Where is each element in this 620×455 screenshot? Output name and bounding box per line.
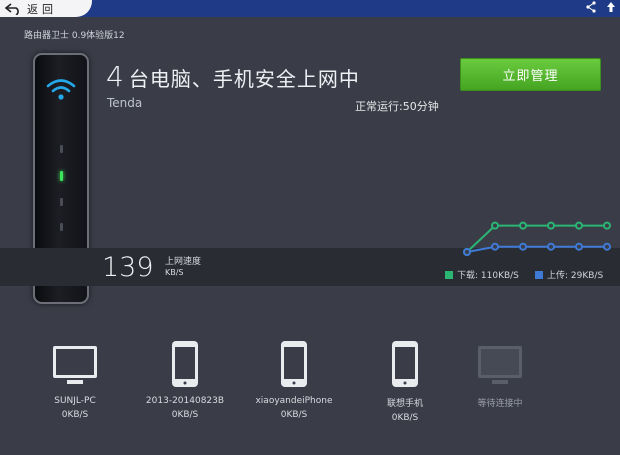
phone-icon [392,341,418,387]
manage-now-button[interactable]: 立即管理 [460,58,601,91]
device-item[interactable]: 联想手机 0KB/S [355,338,455,423]
series-point-1-1 [491,242,499,251]
headline-text: 台电脑、手机安全上网中 [128,67,360,91]
back-label: 返回 [27,2,57,16]
legend-upload-swatch [535,270,543,279]
series-point-0-1 [491,221,499,230]
upload-arrow-icon[interactable] [606,1,616,13]
uptime-label: 正常运行:50分钟 [355,100,439,113]
device-speed: 0KB/S [391,413,419,423]
device-item[interactable]: 2013-20140823B 0KB/S [135,338,235,420]
legend-download: 下载: 110KB/S [445,268,519,281]
back-arrow-icon [5,2,19,15]
series-point-1-5 [603,242,611,251]
device-name: 等待连接中 [477,399,523,409]
router-brand: Tenda [107,96,143,110]
device-item[interactable]: SUNJL-PC 0KB/S [25,338,125,420]
legend-upload: 上传: 29KB/S [535,268,603,281]
series-point-1-4 [575,242,583,251]
router-led [60,145,63,153]
monitor-icon [478,346,522,384]
phone-icon [172,341,198,387]
device-speed: 0KB/S [171,410,199,420]
monitor-icon [53,346,97,384]
device-item-waiting[interactable]: 等待连接中 [450,338,550,409]
network-speed-unit: KB/S [165,268,184,277]
device-speed: 0KB/S [61,410,89,420]
device-name: 2013-20140823B [145,396,225,406]
legend-upload-label: 上传: 29KB/S [547,271,604,281]
back-button[interactable]: 返回 [0,0,92,17]
device-name: SUNJL-PC [54,396,96,406]
app-version-label: 路由器卫士 0.9体验版12 [24,31,125,41]
router-led-active [60,171,63,181]
series-point-0-4 [575,221,583,230]
connection-headline: 4 台电脑、手机安全上网中 [106,60,360,93]
series-point-1-2 [519,242,527,251]
router-led [60,223,63,231]
wifi-icon [46,79,76,100]
share-icon[interactable] [586,1,596,13]
device-item[interactable]: xiaoyandeiPhone 0KB/S [244,338,344,420]
network-speed-value: 139 [102,252,154,283]
legend-download-swatch [445,270,453,279]
title-bar: 返回 [0,0,620,17]
series-point-0-2 [519,221,527,230]
series-point-0-5 [603,221,611,230]
phone-icon [281,341,307,387]
series-point-0-3 [547,221,555,230]
series-line-1 [466,245,607,253]
device-name: xiaoyandeiPhone [255,396,333,406]
speed-chart [463,221,611,256]
router-led [60,198,63,206]
device-name: 联想手机 [386,399,423,409]
series-point-1-3 [547,242,555,251]
series-point-1-0 [463,248,471,256]
legend-download-label: 下载: 110KB/S [457,271,519,281]
connected-device-count: 4 [106,60,125,93]
device-speed: 0KB/S [280,410,308,420]
network-speed-caption: 上网速度 [165,257,202,267]
